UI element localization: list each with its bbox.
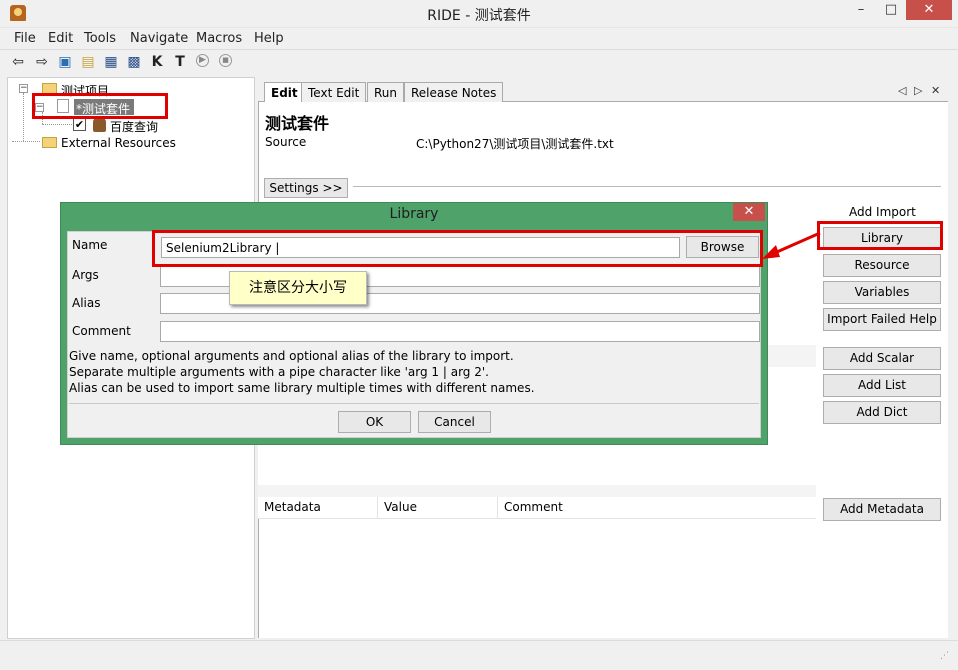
- help-text-line: Give name, optional arguments and option…: [69, 349, 514, 363]
- library-comment-input[interactable]: [160, 321, 760, 342]
- column-separator: [497, 497, 498, 519]
- tab-edit[interactable]: Edit: [264, 82, 305, 102]
- dialog-divider: [69, 403, 759, 404]
- add-dict-button[interactable]: Add Dict: [823, 401, 941, 424]
- value-column-header: Value: [384, 500, 417, 514]
- menu-macros[interactable]: Macros: [196, 31, 242, 46]
- tab-run[interactable]: Run: [367, 82, 405, 102]
- tree-item-testcase[interactable]: 百度查询: [110, 118, 158, 135]
- import-failed-help-button[interactable]: Import Failed Help: [823, 308, 941, 331]
- minimize-button[interactable]: –: [846, 0, 876, 20]
- grid-divider: [258, 485, 816, 497]
- stop-icon[interactable]: ■: [219, 54, 232, 67]
- settings-toggle-button[interactable]: Settings >>: [264, 178, 348, 198]
- alias-label: Alias: [72, 296, 101, 310]
- variables-button[interactable]: Variables: [823, 281, 941, 304]
- search-keywords-icon[interactable]: K: [149, 54, 165, 70]
- maximize-button[interactable]: □: [876, 0, 906, 20]
- args-label: Args: [72, 268, 99, 282]
- menu-tools[interactable]: Tools: [84, 31, 116, 46]
- help-text-line: Separate multiple arguments with a pipe …: [69, 365, 489, 379]
- save-all-icon[interactable]: ▩: [126, 54, 142, 70]
- suite-title: 测试套件: [265, 114, 330, 133]
- forward-arrow-icon[interactable]: ⇨: [34, 54, 50, 70]
- window-close-button[interactable]: ✕: [906, 0, 952, 20]
- run-icon[interactable]: ▶: [196, 54, 209, 67]
- external-resources-icon: [42, 137, 57, 148]
- annotation-arrow-icon: [762, 231, 821, 259]
- menu-navigate[interactable]: Navigate: [130, 31, 188, 46]
- add-list-button[interactable]: Add List: [823, 374, 941, 397]
- case-sensitive-note: 注意区分大小写: [229, 271, 367, 305]
- add-metadata-button[interactable]: Add Metadata: [823, 498, 941, 521]
- highlight-library-button-box: [817, 221, 943, 250]
- open-directory-icon[interactable]: ▤: [80, 54, 96, 70]
- tab-scroll-left-icon[interactable]: ◁: [898, 84, 906, 97]
- tree-guide: [23, 93, 24, 141]
- column-separator: [377, 497, 378, 519]
- resize-grip-icon[interactable]: ⋰: [940, 651, 949, 661]
- add-scalar-button[interactable]: Add Scalar: [823, 347, 941, 370]
- tab-scroll-right-icon[interactable]: ▷: [914, 84, 922, 97]
- ok-button[interactable]: OK: [338, 411, 411, 433]
- toolbar: [0, 50, 958, 74]
- tree-guide: [12, 141, 40, 142]
- save-icon[interactable]: ▦: [103, 54, 119, 70]
- tree-item-external-resources[interactable]: External Resources: [61, 136, 176, 150]
- testcase-robot-icon: [93, 118, 106, 132]
- back-arrow-icon[interactable]: ⇦: [10, 54, 26, 70]
- add-import-label: Add Import: [849, 205, 916, 219]
- tab-close-icon[interactable]: ✕: [931, 84, 940, 97]
- open-folder-icon[interactable]: ▣: [57, 54, 73, 70]
- tab-text-edit[interactable]: Text Edit: [301, 82, 367, 102]
- testcase-checkbox[interactable]: ✔: [73, 118, 86, 131]
- tab-release-notes[interactable]: Release Notes: [404, 82, 504, 102]
- tree-collapse-toggle[interactable]: −: [19, 84, 28, 93]
- help-text-line: Alias can be used to import same library…: [69, 381, 535, 395]
- status-bar: [0, 640, 958, 670]
- menu-edit[interactable]: Edit: [48, 31, 73, 46]
- tree-guide: [42, 124, 72, 125]
- comment-label: Comment: [72, 324, 131, 338]
- metadata-column-header: Metadata: [264, 500, 321, 514]
- metadata-header: Metadata Value Comment: [258, 497, 816, 519]
- name-label: Name: [72, 238, 108, 252]
- menu-help[interactable]: Help: [254, 31, 284, 46]
- comment-column-header: Comment: [504, 500, 563, 514]
- window-title: RIDE - 测试套件: [427, 8, 531, 24]
- dialog-close-button[interactable]: ✕: [733, 203, 765, 221]
- cancel-button[interactable]: Cancel: [418, 411, 491, 433]
- settings-divider: [353, 186, 941, 187]
- source-path: C:\Python27\测试项目\测试套件.txt: [416, 137, 614, 151]
- menu-file[interactable]: File: [14, 31, 36, 46]
- search-tests-icon[interactable]: T: [172, 54, 188, 70]
- highlight-suite-box: [32, 93, 168, 119]
- source-label: Source: [265, 135, 307, 149]
- highlight-name-field-box: [152, 230, 763, 267]
- resource-button[interactable]: Resource: [823, 254, 941, 277]
- dialog-title: Library: [389, 206, 439, 222]
